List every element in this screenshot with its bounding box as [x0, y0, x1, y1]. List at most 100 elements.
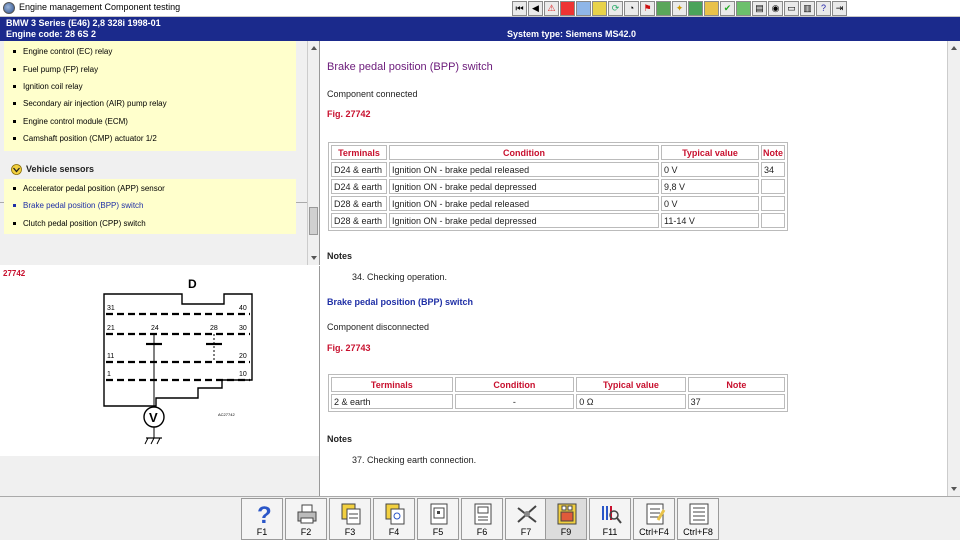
f7-button[interactable]: F7	[505, 498, 547, 540]
pin-label: 11	[107, 353, 114, 360]
table-cell: D28 & earth	[331, 196, 387, 211]
scroll-thumb[interactable]	[309, 207, 318, 235]
connector-diagram: D 31 40 21 24 28 30 11 20 1 10 V AC27742	[103, 277, 253, 445]
f1-help-button[interactable]: ? F1	[241, 498, 283, 540]
list-item[interactable]: Secondary air injection (AIR) pump relay	[4, 95, 296, 112]
page-icon[interactable]: ▤	[752, 1, 767, 16]
tools-icon[interactable]	[592, 1, 607, 16]
f9-button[interactable]: F9	[545, 498, 587, 540]
bulb-icon[interactable]: ✦	[672, 1, 687, 16]
back-icon[interactable]: ◀	[528, 1, 543, 16]
fkey-label: F11	[602, 527, 618, 537]
left-bottom-area	[0, 456, 320, 496]
list-icon	[689, 503, 709, 525]
notes-icon	[646, 503, 666, 525]
pin-label: 10	[239, 371, 247, 378]
pin-label: 31	[107, 305, 115, 312]
list-item[interactable]: Engine control (EC) relay	[4, 43, 296, 60]
table-cell: Ignition ON - brake pedal released	[389, 162, 659, 177]
chevron-down-icon	[11, 164, 22, 175]
figure-link[interactable]: Fig. 27743	[327, 343, 371, 353]
pin-label: 1	[107, 371, 111, 378]
wrench-icon[interactable]	[688, 1, 703, 16]
sidebar-scrollbar[interactable]	[307, 41, 319, 265]
table-cell	[761, 179, 785, 194]
spanner-icon[interactable]	[656, 1, 671, 16]
svg-text:?: ?	[257, 502, 272, 526]
table-header: Note	[687, 377, 785, 392]
list-item[interactable]: Ignition coil relay	[4, 78, 296, 95]
f11-button[interactable]: F11	[589, 498, 631, 540]
title-bar: Engine management Component testing ⏮ ◀ …	[0, 0, 960, 17]
refresh-icon[interactable]: ⟳	[608, 1, 623, 16]
connector-letter: D	[188, 277, 197, 291]
f3-button[interactable]: F3	[329, 498, 371, 540]
scroll-down-icon[interactable]	[951, 487, 957, 491]
ctrl-f8-button[interactable]: Ctrl+F8	[677, 498, 719, 540]
table-header: Terminals	[331, 145, 387, 160]
table-header: Condition	[389, 145, 659, 160]
list-item[interactable]: Engine control module (ECM)	[4, 113, 296, 130]
component-title: Brake pedal position (BPP) switch	[327, 61, 493, 73]
list-item[interactable]: Accelerator pedal position (APP) sensor	[4, 180, 296, 197]
scroll-up-icon[interactable]	[951, 46, 957, 50]
meter-label: V	[149, 410, 158, 425]
exit-icon[interactable]: ⇥	[832, 1, 847, 16]
f6-button[interactable]: F6	[461, 498, 503, 540]
search-pages-icon	[385, 503, 405, 525]
stop-icon[interactable]	[560, 1, 575, 16]
pin-label: 28	[210, 325, 218, 332]
flag-icon[interactable]: ⚑	[640, 1, 655, 16]
fkey-label: F1	[256, 527, 268, 537]
table-cell[interactable]: 37	[687, 394, 785, 409]
display-icon[interactable]: ▭	[784, 1, 799, 16]
table-header: Typical value	[661, 145, 759, 160]
list-item-selected[interactable]: Brake pedal position (BPP) switch	[4, 197, 296, 214]
list-item[interactable]: Fuel pump (FP) relay	[4, 61, 296, 78]
print-icon[interactable]: ▥	[800, 1, 815, 16]
f5-button[interactable]: F5	[417, 498, 459, 540]
copy-pages-icon	[341, 503, 361, 525]
table-cell: 2 & earth	[331, 394, 453, 409]
scroll-up-icon[interactable]	[311, 46, 317, 50]
table-cell: 9,8 V	[661, 179, 759, 194]
list-item[interactable]: Clutch pedal position (CPP) switch	[4, 215, 296, 232]
section-vehicle-sensors[interactable]: Vehicle sensors	[4, 162, 304, 177]
component-status: Component disconnected	[327, 322, 430, 332]
first-icon[interactable]: ⏮	[512, 1, 527, 16]
pin-label: 24	[151, 325, 159, 332]
list-item[interactable]: Camshaft position (CMP) actuator 1/2	[4, 130, 296, 147]
content-scrollbar[interactable]	[947, 41, 960, 496]
ctrl-f4-button[interactable]: Ctrl+F4	[633, 498, 675, 540]
warning-icon[interactable]: ⚠	[544, 1, 559, 16]
fkey-label: F3	[344, 527, 356, 537]
figure-link[interactable]: Fig. 27742	[327, 109, 371, 119]
camera-icon[interactable]: ◉	[768, 1, 783, 16]
f4-button[interactable]: F4	[373, 498, 415, 540]
table-cell: D28 & earth	[331, 213, 387, 228]
figure-code: AC27742	[218, 412, 235, 417]
help-icon[interactable]: ?	[816, 1, 831, 16]
module-icon	[474, 503, 492, 525]
table-cell[interactable]: 34	[761, 162, 785, 177]
help-icon: ?	[257, 502, 272, 526]
table-row: D24 & earth Ignition ON - brake pedal de…	[331, 179, 785, 194]
table-cell	[761, 196, 785, 211]
content-pane: Brake pedal position (BPP) switch Compon…	[321, 41, 947, 496]
chart-icon[interactable]	[736, 1, 751, 16]
print-icon	[297, 504, 317, 524]
table-row: D24 & earth Ignition ON - brake pedal re…	[331, 162, 785, 177]
check-icon[interactable]: ✔	[720, 1, 735, 16]
figure-panel: 27742 D 31 40 21 24 28 30 11 20 1 10 V A…	[0, 266, 320, 456]
gauge-icon[interactable]: ◔	[624, 1, 639, 16]
scroll-down-icon[interactable]	[311, 256, 317, 260]
f2-print-button[interactable]: F2	[285, 498, 327, 540]
fkey-label: F6	[476, 527, 488, 537]
image-icon[interactable]	[576, 1, 591, 16]
figure-label: 27742	[3, 269, 26, 278]
fkey-label: F5	[432, 527, 444, 537]
table-cell: 0 Ω	[576, 394, 686, 409]
table-header: Typical value	[576, 377, 686, 392]
fkey-label: F7	[520, 527, 532, 537]
folder-icon[interactable]	[704, 1, 719, 16]
